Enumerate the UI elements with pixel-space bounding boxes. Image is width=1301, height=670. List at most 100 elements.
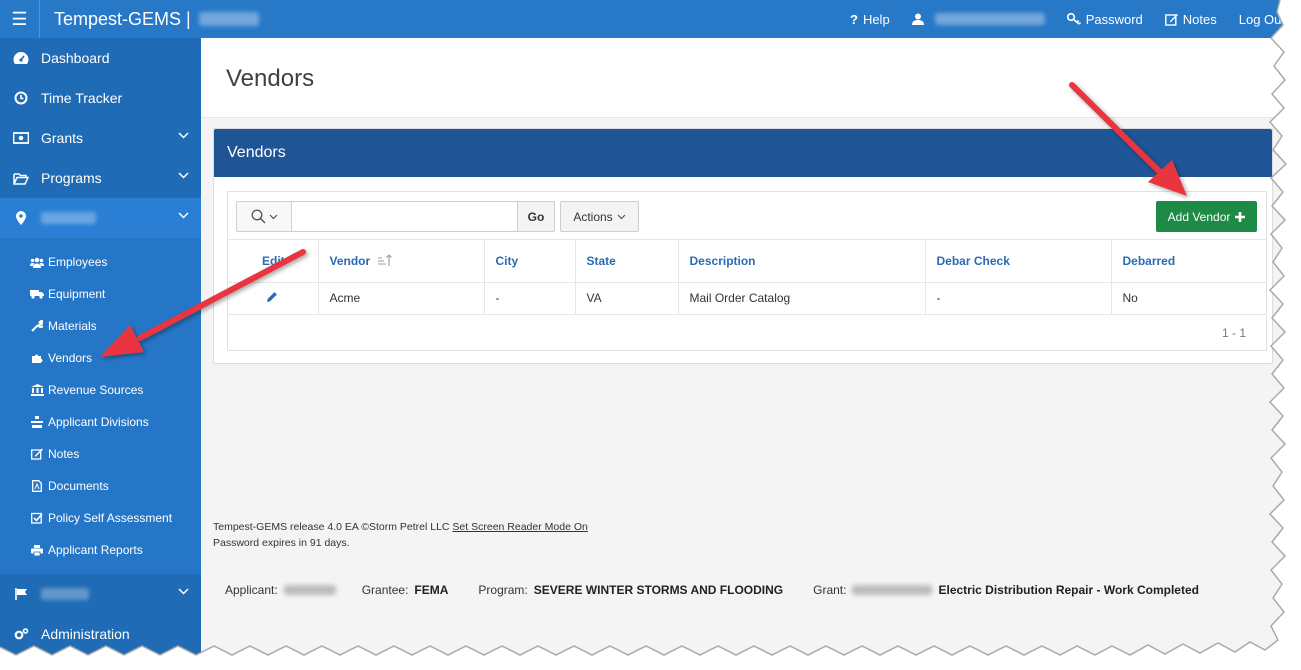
password-link[interactable]: Password <box>1066 12 1143 27</box>
applicant-label: Applicant: <box>225 583 278 597</box>
column-header-state[interactable]: State <box>575 240 679 283</box>
go-button[interactable]: Go <box>517 201 555 232</box>
description-cell: Mail Order Catalog <box>678 282 926 315</box>
key-icon <box>1066 13 1081 25</box>
column-header-vendor[interactable]: Vendor <box>318 240 485 283</box>
dashboard-icon <box>12 49 30 67</box>
check-square-icon <box>30 511 44 525</box>
chevron-down-icon[interactable] <box>178 132 189 139</box>
sidebar-item-revenue-sources[interactable]: Revenue Sources <box>0 374 201 406</box>
redacted-grant-number <box>852 585 933 595</box>
debar-check-cell: - <box>925 282 1112 315</box>
sidebar-item-applicant-divisions[interactable]: Applicant Divisions <box>0 406 201 438</box>
sidebar-item-vendors[interactable]: Vendors <box>0 342 201 374</box>
password-expiry-text: Password expires in 91 days. <box>213 537 350 549</box>
search-column-button[interactable] <box>236 201 292 232</box>
user-menu[interactable] <box>911 13 1045 25</box>
wrench-icon <box>30 319 44 333</box>
release-text: Tempest-GEMS release 4.0 EA ©Storm Petre… <box>213 521 450 533</box>
column-header-debarred[interactable]: Debarred <box>1111 240 1266 283</box>
main-content: Vendors Vendors Go Actions Add Vendor Ed… <box>201 38 1301 670</box>
chevron-down-icon <box>617 214 626 219</box>
sidebar-item-applicant[interactable] <box>0 198 201 238</box>
notes-link[interactable]: Notes <box>1164 12 1217 27</box>
region-title: Vendors <box>214 129 1272 177</box>
grantee-value: FEMA <box>414 583 449 597</box>
state-cell: VA <box>575 282 679 315</box>
table-row: Acme - VA Mail Order Catalog - No <box>228 282 1266 315</box>
top-navigation-bar: ☰ Tempest-GEMS | ? Help Password Notes L… <box>0 0 1301 38</box>
pagination-range: 1 - 1 <box>1221 326 1246 340</box>
app-title[interactable]: Tempest-GEMS | <box>54 9 191 30</box>
edit-icon <box>30 447 44 461</box>
sort-ascending-icon <box>377 254 392 267</box>
sidebar-item-grants[interactable]: Grants <box>0 118 201 158</box>
sidebar-item-documents[interactable]: Documents <box>0 470 201 502</box>
page-header: Vendors <box>201 38 1301 118</box>
chevron-down-icon[interactable] <box>178 588 189 595</box>
sidebar-item-applicant-reports[interactable]: Applicant Reports <box>0 534 201 566</box>
redacted-applicant-menu-label <box>41 212 96 224</box>
user-icon <box>911 13 924 25</box>
sidebar-item-programs[interactable]: Programs <box>0 158 201 198</box>
sidebar-item-notes[interactable]: Notes <box>0 438 201 470</box>
sidebar-item-time-tracker[interactable]: Time Tracker <box>0 78 201 118</box>
vendors-region: Vendors Go Actions Add Vendor Edit Vendo… <box>213 128 1273 364</box>
clock-icon <box>12 89 30 107</box>
table-header-row: Edit Vendor City State Description Debar… <box>228 240 1266 283</box>
sidebar: Dashboard Time Tracker Grants Programs E… <box>0 38 201 670</box>
vendors-table: Edit Vendor City State Description Debar… <box>228 240 1266 315</box>
edit-cell <box>228 282 319 315</box>
report-toolbar: Go Actions Add Vendor <box>228 192 1266 240</box>
sidebar-item-disaster[interactable] <box>0 574 201 614</box>
program-label: Program: <box>478 583 528 597</box>
print-icon <box>30 543 44 557</box>
redacted-disaster-label <box>41 588 89 600</box>
actions-menu-button[interactable]: Actions <box>560 201 639 232</box>
debarred-cell: No <box>1111 282 1266 315</box>
screen-reader-mode-link[interactable]: Set Screen Reader Mode On <box>452 521 587 533</box>
sidebar-item-employees[interactable]: Employees <box>0 246 201 278</box>
edit-icon <box>1164 13 1178 26</box>
redacted-user-name <box>934 13 1045 25</box>
question-icon: ? <box>849 11 858 27</box>
folder-open-icon <box>12 169 30 187</box>
sidebar-item-dashboard[interactable]: Dashboard <box>0 38 201 78</box>
city-cell: - <box>484 282 576 315</box>
chevron-down-icon <box>269 214 277 219</box>
page-title: Vendors <box>226 65 315 92</box>
applicant-submenu: Employees Equipment Materials Vendors Re… <box>0 238 201 574</box>
sidebar-item-materials[interactable]: Materials <box>0 310 201 342</box>
sidebar-item-equipment[interactable]: Equipment <box>0 278 201 310</box>
column-header-edit: Edit <box>228 240 319 283</box>
grant-label: Grant: <box>813 583 847 597</box>
divisions-icon <box>30 415 44 429</box>
chevron-down-icon[interactable] <box>178 212 189 219</box>
money-icon <box>12 129 30 147</box>
help-link[interactable]: ? Help <box>850 12 890 27</box>
grantee-label: Grantee: <box>361 583 409 597</box>
menu-toggle-icon[interactable]: ☰ <box>0 0 40 38</box>
search-input[interactable] <box>291 201 518 232</box>
grant-value: Electric Distribution Repair - Work Comp… <box>938 583 1199 597</box>
add-vendor-button[interactable]: Add Vendor <box>1156 201 1257 232</box>
vendor-cell: Acme <box>318 282 485 315</box>
logout-link[interactable]: Log Out <box>1239 12 1285 27</box>
applicant-info-bar: Applicant: Grantee: FEMA Program: SEVERE… <box>225 583 1199 597</box>
truck-icon <box>30 287 44 301</box>
pdf-icon <box>30 479 44 493</box>
sidebar-item-administration[interactable]: Administration <box>0 614 201 654</box>
flag-icon <box>12 585 30 603</box>
users-icon <box>30 255 44 269</box>
column-header-description[interactable]: Description <box>678 240 926 283</box>
search-icon <box>251 209 265 224</box>
plus-icon <box>1235 211 1246 222</box>
program-value: SEVERE WINTER STORMS AND FLOODING <box>533 583 784 597</box>
pencil-edit-icon[interactable] <box>266 291 278 303</box>
redacted-applicant-name <box>198 12 259 26</box>
column-header-city[interactable]: City <box>484 240 576 283</box>
sidebar-item-policy-self-assessment[interactable]: Policy Self Assessment <box>0 502 201 534</box>
footer: Tempest-GEMS release 4.0 EA ©Storm Petre… <box>213 519 588 551</box>
chevron-down-icon[interactable] <box>178 172 189 179</box>
column-header-debar-check[interactable]: Debar Check <box>925 240 1112 283</box>
